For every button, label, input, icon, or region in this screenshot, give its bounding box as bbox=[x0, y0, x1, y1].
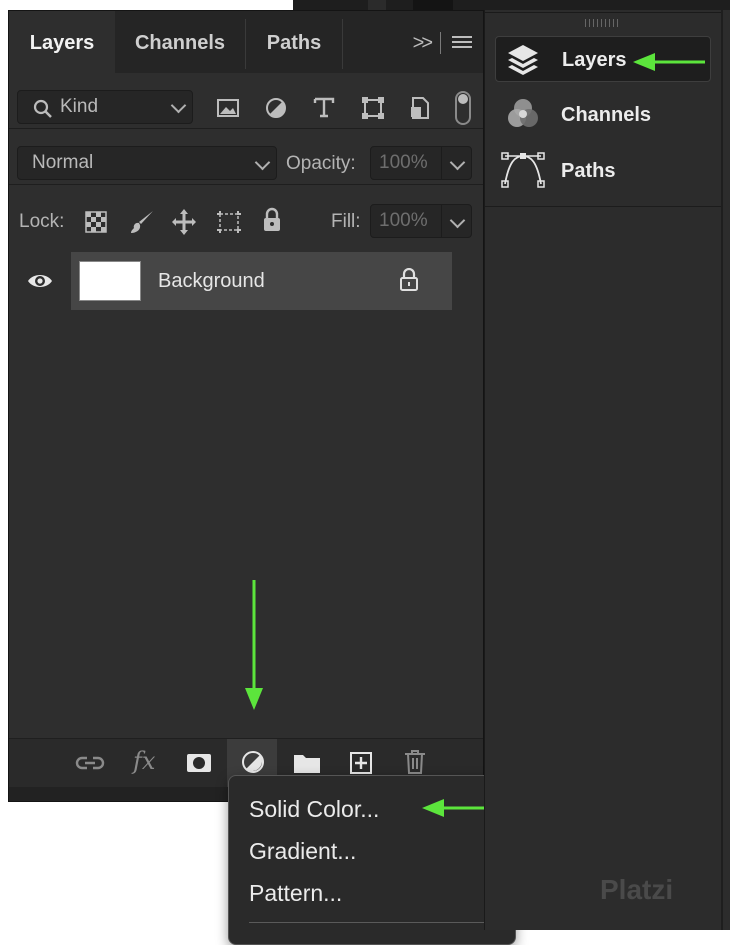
layer-row[interactable]: Background bbox=[9, 252, 452, 310]
tab-layers[interactable]: Layers bbox=[9, 11, 115, 73]
channels-icon bbox=[508, 99, 538, 127]
hamburger-menu-icon[interactable] bbox=[451, 34, 473, 52]
delete-layer-icon[interactable] bbox=[403, 749, 427, 775]
tools-divider bbox=[440, 32, 441, 54]
smart-object-filter-icon[interactable] bbox=[408, 95, 432, 121]
add-mask-icon[interactable] bbox=[186, 752, 212, 774]
platzi-watermark: Platzi bbox=[600, 874, 674, 905]
filter-kind-select[interactable]: Kind bbox=[17, 90, 193, 124]
menu-item-pattern[interactable]: Pattern... bbox=[249, 880, 342, 907]
lock-label: Lock: bbox=[19, 211, 65, 232]
panel-tab-bar: Layers Channels Paths >> bbox=[9, 11, 483, 73]
window-edge bbox=[293, 0, 730, 10]
fill-field[interactable]: 100% bbox=[370, 204, 472, 238]
tab-divider bbox=[342, 19, 343, 69]
new-group-icon[interactable] bbox=[293, 751, 321, 775]
layer-thumbnail[interactable] bbox=[79, 261, 141, 301]
lock-row: Lock: Fill: 100% bbox=[9, 185, 483, 253]
filter-toggle[interactable] bbox=[455, 91, 471, 125]
pixel-layer-filter-icon[interactable] bbox=[216, 97, 240, 119]
tab-channels[interactable]: Channels bbox=[115, 11, 245, 73]
type-layer-filter-icon[interactable] bbox=[312, 95, 336, 119]
layer-visibility-toggle[interactable] bbox=[9, 252, 71, 310]
fill-label: Fill: bbox=[331, 211, 361, 232]
menu-item-solid-color[interactable]: Solid Color... bbox=[249, 796, 379, 823]
menu-item-gradient[interactable]: Gradient... bbox=[249, 838, 356, 865]
chevron-down-icon[interactable] bbox=[449, 212, 466, 229]
opacity-value[interactable]: 100% bbox=[379, 152, 428, 174]
menu-separator bbox=[249, 922, 497, 923]
layers-stack-icon bbox=[508, 45, 538, 75]
shape-layer-filter-icon[interactable] bbox=[360, 95, 386, 121]
chevron-down-icon bbox=[254, 154, 271, 171]
layer-style-icon[interactable]: fx bbox=[133, 747, 155, 775]
new-fill-adjustment-layer-icon[interactable] bbox=[241, 750, 265, 774]
dock-grip-handle[interactable] bbox=[585, 19, 621, 27]
dock-item-paths[interactable]: Paths bbox=[495, 148, 711, 194]
tab-paths[interactable]: Paths bbox=[246, 11, 342, 73]
layer-body[interactable]: Background bbox=[71, 252, 452, 310]
annotation-arrow-left bbox=[633, 53, 705, 71]
dock-separator bbox=[485, 206, 721, 207]
search-icon bbox=[33, 99, 52, 118]
dock-item-label: Paths bbox=[561, 160, 616, 182]
lock-transparent-pixels-icon[interactable] bbox=[85, 211, 107, 233]
adjustment-layer-filter-icon[interactable] bbox=[264, 96, 288, 120]
lock-position-icon[interactable] bbox=[171, 208, 197, 236]
blend-mode-select[interactable]: Normal bbox=[17, 146, 277, 180]
lock-artboard-icon[interactable] bbox=[215, 209, 243, 235]
fill-value[interactable]: 100% bbox=[379, 210, 428, 232]
eye-icon[interactable] bbox=[27, 272, 53, 290]
opacity-label: Opacity: bbox=[286, 153, 356, 174]
collapsed-panel-dock: Layers Channels Paths bbox=[484, 10, 730, 930]
chevron-down-icon bbox=[170, 97, 187, 114]
filter-kind-label: Kind bbox=[60, 96, 99, 117]
dock-item-label: Channels bbox=[561, 104, 652, 126]
annotation-arrow-down bbox=[245, 580, 263, 710]
lock-image-pixels-icon[interactable] bbox=[129, 209, 155, 235]
opacity-field[interactable]: 100% bbox=[370, 146, 472, 180]
expand-panel-button[interactable]: >> bbox=[413, 32, 433, 55]
new-layer-icon[interactable] bbox=[349, 751, 373, 775]
blend-mode-value: Normal bbox=[32, 152, 94, 173]
layer-lock-icon bbox=[400, 268, 418, 291]
lock-all-icon[interactable] bbox=[261, 207, 283, 233]
tab-tools: >> bbox=[413, 31, 473, 55]
layer-name[interactable]: Background bbox=[158, 270, 265, 293]
blend-row: Normal Opacity: 100% bbox=[9, 129, 483, 185]
chevron-down-icon[interactable] bbox=[449, 154, 466, 171]
dock-item-channels[interactable]: Channels bbox=[495, 92, 711, 138]
link-layers-icon[interactable] bbox=[75, 752, 105, 774]
dock-item-label: Layers bbox=[562, 49, 627, 71]
paths-icon bbox=[501, 152, 545, 188]
filter-row: Kind bbox=[9, 73, 483, 129]
